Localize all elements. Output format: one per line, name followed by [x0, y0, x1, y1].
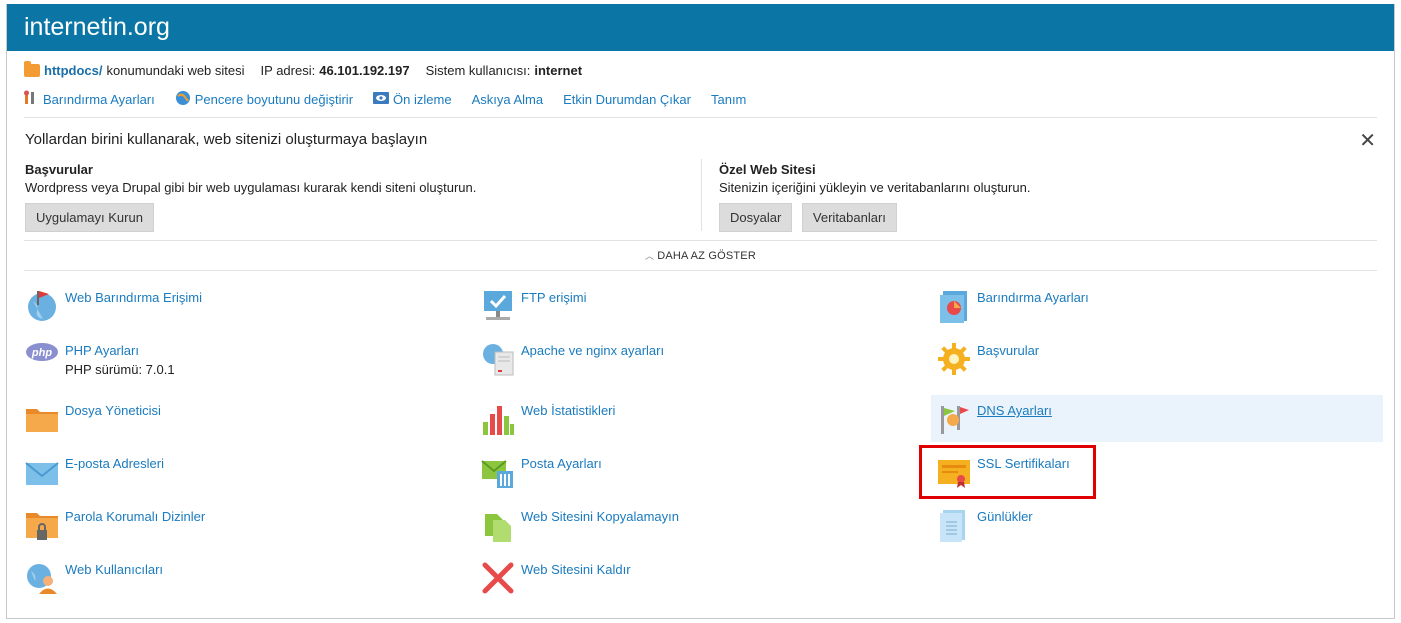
- folder-icon: [25, 402, 59, 436]
- intro-title: Yollardan birini kullanarak, web siteniz…: [25, 131, 428, 148]
- tools-icon: [23, 90, 39, 109]
- system-user-value: internet: [534, 63, 583, 78]
- domain-title: internetin.org: [24, 13, 170, 41]
- mail-settings-tile[interactable]: Posta Ayarları: [481, 455, 602, 489]
- action-bar: Barındırma Ayarları Pencere boyutunu değ…: [23, 90, 766, 109]
- envelope-icon: [25, 455, 59, 489]
- divider: [24, 270, 1377, 271]
- ip-value: 46.101.192.197: [319, 63, 410, 78]
- show-less-toggle[interactable]: ︿ DAHA AZ GÖSTER: [7, 249, 1394, 262]
- svg-text:php: php: [31, 347, 52, 359]
- php-icon: php: [25, 342, 59, 376]
- ftp-access-tile[interactable]: FTP erişimi: [481, 289, 586, 323]
- remove-icon: [481, 561, 515, 595]
- logs-tile[interactable]: Günlükler: [937, 508, 1033, 543]
- email-addresses-tile[interactable]: E-posta Adresleri: [25, 455, 164, 489]
- file-manager-tile[interactable]: Dosya Yöneticisi: [25, 402, 161, 436]
- server-icon: [481, 342, 515, 376]
- copy-icon: [481, 508, 515, 542]
- ftp-icon: [481, 289, 515, 323]
- files-button[interactable]: Dosyalar: [719, 203, 793, 232]
- resize-window-action[interactable]: Pencere boyutunu değiştirir: [175, 90, 353, 109]
- mail-settings-icon: [481, 455, 515, 489]
- install-application-button[interactable]: Uygulamayı Kurun: [25, 203, 154, 232]
- divider: [24, 240, 1377, 241]
- log-icon: [937, 508, 971, 543]
- dns-icon: [937, 402, 971, 436]
- web-user-icon: [25, 561, 59, 595]
- bar-chart-icon: [481, 402, 515, 436]
- locked-folder-icon: [25, 508, 59, 542]
- section-divider: [701, 159, 702, 231]
- folder-icon: [24, 61, 40, 77]
- remove-website-tile[interactable]: Web Sitesini Kaldır: [481, 561, 631, 595]
- hosting-settings-icon: [937, 289, 971, 323]
- highlight-box: [919, 445, 1096, 499]
- php-settings-tile[interactable]: php PHP Ayarları PHP sürümü: 7.0.1: [25, 342, 175, 377]
- php-version: PHP sürümü: 7.0.1: [65, 362, 175, 377]
- divider: [24, 117, 1377, 118]
- description-action[interactable]: Tanım: [711, 92, 746, 107]
- applications-tile[interactable]: Başvurular: [937, 342, 1039, 376]
- web-statistics-tile[interactable]: Web İstatistikleri: [481, 402, 615, 436]
- ip-label: IP adresi:: [260, 63, 316, 78]
- custom-site-text: Sitenizin içeriğini yükleyin ve veritaba…: [719, 180, 1031, 195]
- password-protected-dirs-tile[interactable]: Parola Korumalı Dizinler: [25, 508, 205, 542]
- hosting-settings-tile[interactable]: Barındırma Ayarları: [937, 289, 1089, 323]
- custom-site-section: Özel Web Sitesi Sitenizin içeriğini yükl…: [719, 162, 1030, 232]
- applications-heading: Başvurular: [25, 162, 93, 177]
- website-panel: internetin.org httpdocs/ konumundaki web…: [6, 4, 1395, 619]
- chevron-up-icon: ︿: [645, 251, 655, 261]
- suspend-action[interactable]: Askıya Alma: [472, 92, 544, 107]
- apache-nginx-settings-tile[interactable]: Apache ve nginx ayarları: [481, 342, 664, 376]
- applications-section: Başvurular Wordpress veya Drupal gibi bi…: [25, 162, 476, 232]
- system-user-label: Sistem kullanıcısı:: [425, 63, 531, 78]
- web-hosting-access-tile[interactable]: Web Barındırma Erişimi: [25, 289, 202, 323]
- applications-text: Wordpress veya Drupal gibi bir web uygul…: [25, 180, 477, 195]
- gear-icon: [937, 342, 971, 376]
- disable-action[interactable]: Etkin Durumdan Çıkar: [563, 92, 691, 107]
- databases-button[interactable]: Veritabanları: [801, 203, 897, 232]
- folder-suffix: konumundaki web sitesi: [106, 63, 245, 78]
- globe-flag-icon: [25, 289, 59, 323]
- hosting-settings-action[interactable]: Barındırma Ayarları: [23, 90, 155, 109]
- dns-settings-tile[interactable]: DNS Ayarları: [931, 395, 1383, 442]
- custom-site-heading: Özel Web Sitesi: [719, 162, 816, 177]
- preview-action[interactable]: Ön izleme: [373, 91, 452, 108]
- site-info-row: httpdocs/ konumundaki web sitesi IP adre…: [24, 61, 583, 78]
- web-users-tile[interactable]: Web Kullanıcıları: [25, 561, 163, 595]
- httpdocs-link[interactable]: httpdocs/: [44, 63, 103, 78]
- globe-icon: [175, 90, 191, 109]
- domain-header: internetin.org: [7, 4, 1394, 51]
- preview-icon: [373, 91, 390, 108]
- copy-website-tile[interactable]: Web Sitesini Kopyalamayın: [481, 508, 679, 542]
- close-icon[interactable]: ✕: [1359, 128, 1376, 153]
